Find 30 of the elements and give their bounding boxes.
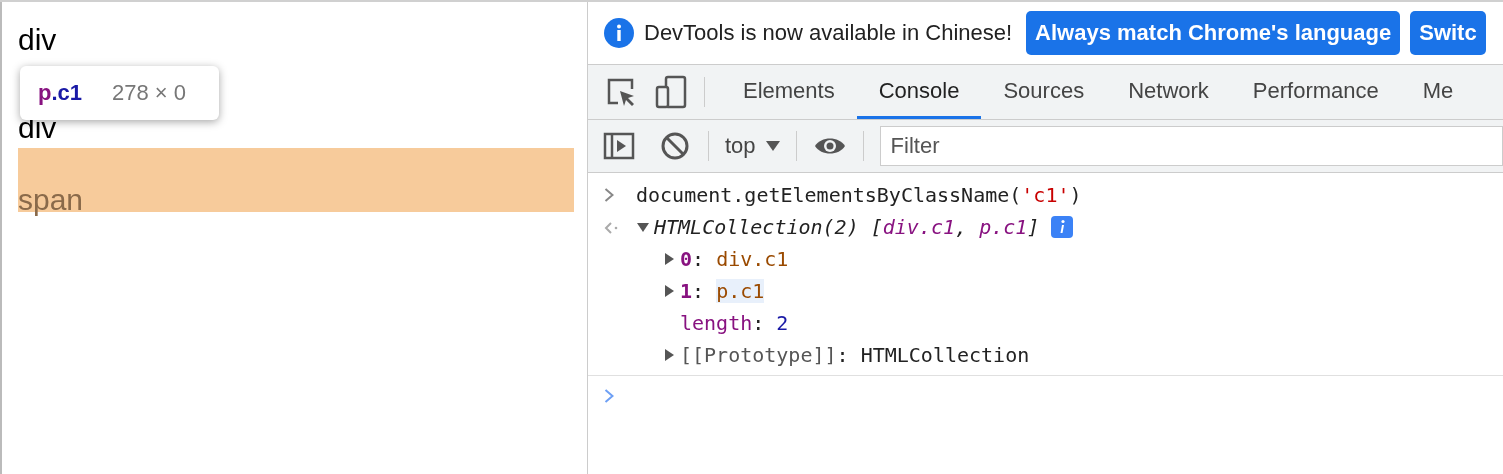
panel-tab[interactable]: Sources (981, 65, 1107, 119)
console-command: document.getElementsByClassName('c1') (636, 183, 1082, 207)
element-size: 278 × 0 (112, 80, 187, 106)
collapse-triangle-icon[interactable] (636, 220, 650, 234)
page-text: div (18, 22, 57, 58)
property-row[interactable]: 0: div.c1 (680, 247, 789, 271)
property-row[interactable]: [[Prototype]]: HTMLCollection (680, 343, 1030, 367)
expand-triangle-icon[interactable] (662, 284, 676, 298)
infobar-button[interactable]: Switc (1410, 11, 1486, 55)
page-text: span (18, 182, 84, 218)
input-prompt-icon (604, 188, 614, 202)
device-toolbar-icon[interactable] (654, 75, 688, 109)
infobar-button[interactable]: Always match Chrome's language (1026, 11, 1401, 55)
result-summary[interactable]: HTMLCollection(2) [div.c1, p.c1] (654, 215, 1040, 239)
info-icon[interactable] (1051, 216, 1074, 238)
property-row[interactable]: length: 2 (680, 311, 789, 335)
context-dropdown[interactable]: top (725, 133, 780, 159)
panel-tab[interactable]: Me (1400, 65, 1476, 119)
infobar-message: DevTools is now available in Chinese! (644, 20, 1013, 46)
panel-tab[interactable]: Network (1106, 65, 1231, 119)
filter-field[interactable]: Filter (879, 126, 1503, 166)
panel-tab[interactable]: Performance (1230, 65, 1401, 119)
prompt-icon[interactable] (604, 389, 614, 403)
expand-triangle-icon[interactable] (662, 348, 676, 362)
panel-tab[interactable]: Elements (721, 65, 857, 119)
info-icon (604, 18, 634, 48)
result-arrow-icon (604, 222, 618, 234)
element-selector: p.c1 (38, 80, 83, 106)
caret-icon (765, 141, 780, 151)
expand-triangle-icon[interactable] (662, 252, 676, 266)
